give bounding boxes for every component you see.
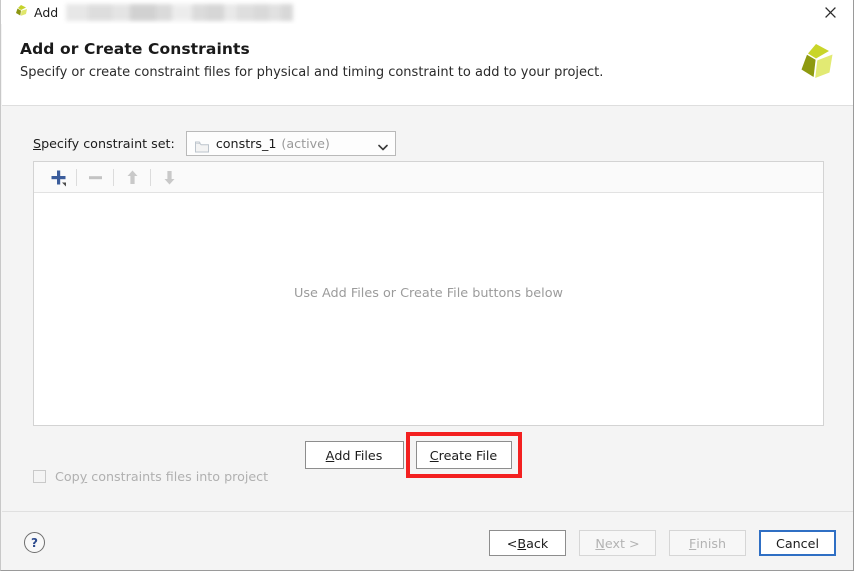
add-files-button[interactable]: Add Files [304,441,404,469]
vivado-logo-icon [12,4,30,20]
help-label: ? [31,535,38,550]
constraint-set-label-rest: pecify constraint set: [41,136,175,151]
constraint-set-label-accel: S [33,136,42,151]
next-button[interactable]: Next > [579,530,656,556]
finish-button[interactable]: Finish [669,530,746,556]
create-file-button[interactable]: Create File [415,441,512,469]
toolbar-divider [150,168,151,186]
panel-toolbar [34,162,823,193]
wizard-nav-buttons: < Back Next > Finish Cancel [489,530,836,556]
constraint-files-panel: Use Add Files or Create File buttons bel… [33,161,824,426]
dialog-body: Specify constraint set: constrs_1 (activ… [2,106,853,510]
back-button[interactable]: < Back [489,530,566,556]
next-label: ext > [604,535,640,551]
copy-label-post: constraints files into project [87,469,269,484]
create-file-accel: C [429,447,439,463]
xilinx-logo-icon [793,40,839,86]
create-file-label: reate File [438,447,498,463]
dialog-header: Add or Create Constraints Specify or cre… [2,24,853,106]
constraint-set-dropdown[interactable]: constrs_1 (active) [185,131,396,156]
copy-constraints-checkbox[interactable] [33,470,46,483]
dialog-window: Add Add or Create Constraints Specify or… [0,0,854,571]
add-files-label: dd Files [334,447,383,463]
back-prefix: < [506,535,518,551]
cancel-button[interactable]: Cancel [759,530,836,556]
create-file-highlight: Create File [405,432,522,478]
constraint-set-label: Specify constraint set: [33,136,175,151]
help-icon[interactable]: ? [24,532,45,553]
page-title: Add or Create Constraints [20,40,250,58]
copy-label-pre: Cop [55,469,80,484]
toolbar-divider [76,168,77,186]
constraint-set-row: Specify constraint set: constrs_1 (activ… [33,131,396,156]
title-bar: Add [1,0,853,24]
arrow-down-icon[interactable] [154,165,184,189]
plus-icon[interactable] [43,165,73,189]
add-files-accel: A [325,447,335,463]
next-accel: N [595,535,605,551]
window-title: Add [34,4,59,20]
constraint-set-state: (active) [281,136,330,151]
redacted-title-region [66,3,294,21]
copy-constraints-row[interactable]: Copy constraints files into project [33,469,268,484]
toolbar-divider [113,168,114,186]
back-accel: B [517,535,527,551]
arrow-up-icon[interactable] [117,165,147,189]
close-icon[interactable] [810,0,850,24]
dialog-footer: ? < Back Next > Finish Cancel [2,511,853,570]
constraint-set-value: constrs_1 [215,136,277,151]
copy-constraints-label: Copy constraints files into project [55,469,268,484]
empty-list-message: Use Add Files or Create File buttons bel… [294,286,563,301]
back-label: ack [526,535,549,551]
minus-icon[interactable] [80,165,110,189]
finish-label: inish [696,535,727,551]
chevron-down-icon [377,138,389,150]
page-subtitle: Specify or create constraint files for p… [20,65,604,80]
cancel-label: Cancel [776,535,819,551]
folder-icon [194,138,209,152]
finish-accel: F [688,535,697,551]
